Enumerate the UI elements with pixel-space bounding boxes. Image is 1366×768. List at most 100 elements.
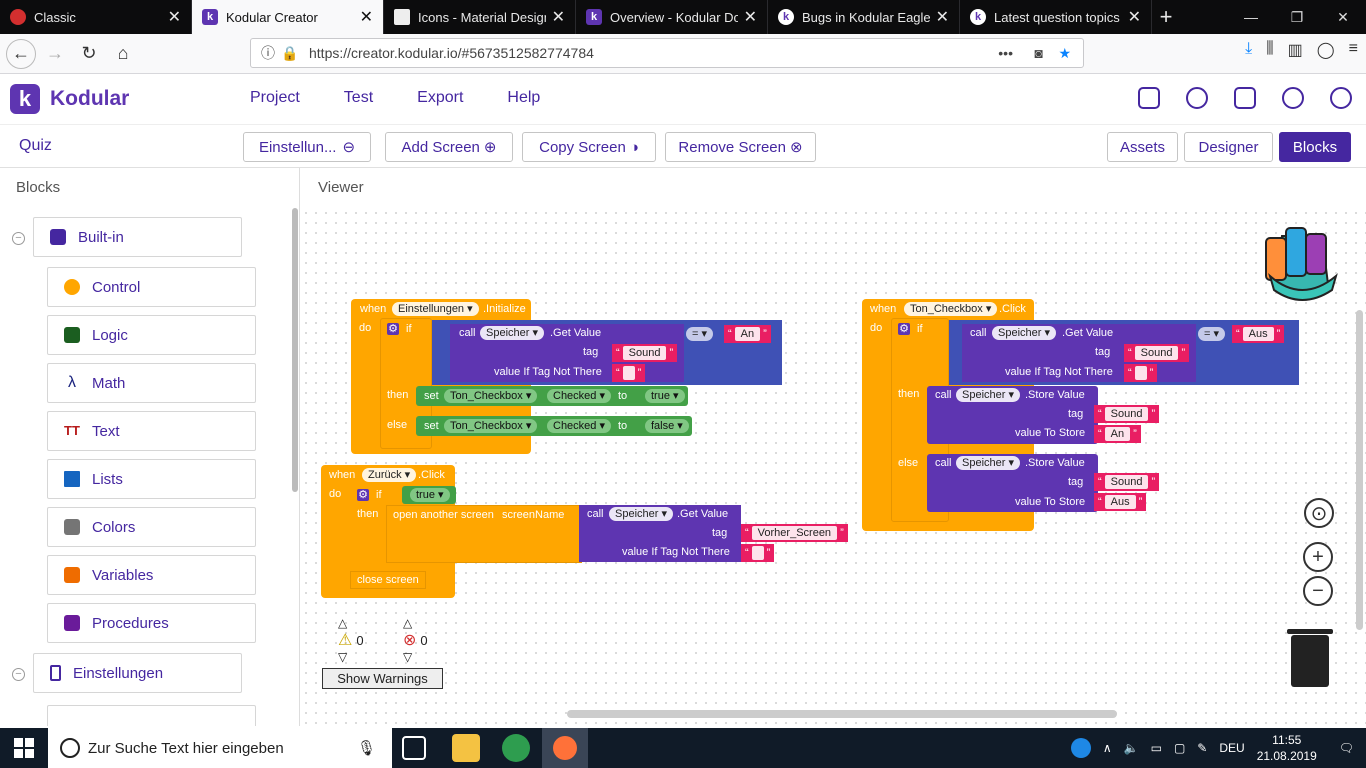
close-icon[interactable]: ✕	[360, 7, 373, 27]
tab-bugs[interactable]: k Bugs in Kodular Eagle - F ✕	[768, 0, 960, 34]
firefox-taskbar-item[interactable]	[542, 728, 588, 768]
pen-icon[interactable]: ✎	[1197, 741, 1207, 755]
file-explorer-icon[interactable]	[452, 734, 480, 762]
text-literal-empty[interactable]: “”	[741, 544, 775, 562]
boolean-dropdown[interactable]: true ▾	[410, 488, 450, 502]
forward-icon[interactable]: →	[40, 39, 70, 69]
clock[interactable]: 11:55 21.08.2019	[1257, 732, 1317, 764]
home-icon[interactable]: ⌂	[108, 39, 138, 69]
workspace-vertical-scrollbar[interactable]	[1356, 310, 1363, 630]
assets-button[interactable]: Assets	[1107, 132, 1178, 162]
notifications-icon[interactable]: 🗨	[1339, 741, 1354, 755]
component-dropdown[interactable]: Zurück ▾	[362, 468, 417, 482]
component-dropdown[interactable]: Ton_Checkbox ▾	[444, 419, 538, 433]
sidebar-item-control[interactable]: Control	[47, 267, 256, 307]
text-value[interactable]: Vorher_Screen	[751, 526, 838, 540]
download-icon[interactable]: ⤓	[1245, 40, 1252, 60]
sidebar-item-procedures[interactable]: Procedures	[47, 603, 256, 643]
workspace-horizontal-scrollbar[interactable]	[567, 710, 1117, 718]
component-dropdown[interactable]: Speicher ▾	[480, 326, 544, 340]
component-dropdown[interactable]: Ton_Checkbox ▾	[444, 389, 538, 403]
blocks-button[interactable]: Blocks	[1279, 132, 1351, 162]
hamburger-menu-icon[interactable]: ≡	[1349, 40, 1358, 60]
property-dropdown[interactable]: Checked ▾	[547, 389, 611, 403]
sidebar-icon[interactable]: ▥	[1288, 40, 1303, 60]
info-icon[interactable]: ⓘ	[261, 43, 275, 63]
menu-project[interactable]: Project	[250, 89, 300, 107]
sidebar-item-lists[interactable]: Lists	[47, 459, 256, 499]
text-value[interactable]: An	[734, 327, 761, 341]
task-view-icon[interactable]	[402, 736, 426, 760]
more-icon[interactable]: •••	[998, 45, 1013, 61]
property-dropdown[interactable]: Checked ▾	[547, 419, 611, 433]
volume-icon[interactable]: 🔈	[1124, 741, 1139, 755]
url-bar[interactable]: ⓘ 🔒 https://creator.kodular.io/#56735125…	[250, 38, 1084, 68]
error-up-icon[interactable]: △	[403, 616, 428, 630]
reload-icon[interactable]: ↻	[74, 39, 104, 69]
text-literal[interactable]: “An”	[1094, 425, 1141, 443]
taskbar-search-box[interactable]: Zur Suche Text hier eingeben 🎙	[48, 728, 392, 768]
sidebar-item-partial[interactable]	[47, 705, 256, 726]
trash-icon[interactable]	[1287, 629, 1333, 687]
menu-test[interactable]: Test	[344, 89, 373, 107]
text-value-empty[interactable]	[622, 366, 635, 380]
menu-help[interactable]: Help	[507, 89, 540, 107]
component-dropdown[interactable]: Einstellungen ▾	[392, 302, 479, 316]
screen-select[interactable]: Einstellun... ⊖	[243, 132, 371, 162]
text-value[interactable]: Sound	[1104, 475, 1149, 489]
chrome-icon[interactable]	[502, 734, 530, 762]
document-icon[interactable]	[1234, 87, 1256, 109]
text-literal[interactable]: “Sound”	[1094, 473, 1160, 491]
tab-kodular-creator[interactable]: k Kodular Creator ✕	[192, 0, 384, 34]
text-literal[interactable]: “Aus”	[1094, 493, 1147, 511]
copy-screen-button[interactable]: Copy Screen ◑	[522, 132, 656, 162]
close-icon[interactable]: ✕	[936, 7, 949, 27]
operator-dropdown[interactable]: = ▾	[686, 327, 714, 341]
network-icon[interactable]: ▢	[1174, 741, 1185, 755]
text-literal[interactable]: “Sound”	[1094, 405, 1160, 423]
add-screen-button[interactable]: Add Screen ⊕	[385, 132, 513, 162]
text-literal[interactable]: “Aus”	[1232, 325, 1285, 343]
collapse-icon[interactable]: −	[12, 668, 25, 681]
text-literal-empty[interactable]: “”	[1124, 364, 1158, 382]
designer-button[interactable]: Designer	[1184, 132, 1273, 162]
folder-star-icon[interactable]	[1138, 87, 1160, 109]
tab-classic[interactable]: Classic ✕	[0, 0, 192, 34]
sidebar-item-logic[interactable]: Logic	[47, 315, 256, 355]
restore-icon[interactable]: ❐	[1274, 0, 1320, 34]
gear-icon[interactable]: ⚙	[357, 489, 369, 501]
chevron-up-icon[interactable]: ∧	[1103, 741, 1112, 755]
text-literal[interactable]: “Sound”	[612, 344, 678, 362]
tab-questions[interactable]: k Latest question topics - K ✕	[960, 0, 1152, 34]
component-dropdown[interactable]: Speicher ▾	[609, 507, 673, 521]
center-icon[interactable]: ⊙	[1304, 498, 1334, 528]
text-value[interactable]: Sound	[622, 346, 667, 360]
remove-screen-button[interactable]: Remove Screen ⊗	[665, 132, 816, 162]
zoom-out-icon[interactable]: −	[1303, 576, 1333, 606]
sidebar-item-builtin[interactable]: Built-in	[33, 217, 242, 257]
pocket-icon[interactable]: ◙	[1035, 45, 1043, 61]
close-icon[interactable]: ✕	[744, 7, 757, 27]
close-icon[interactable]: ✕	[552, 7, 565, 27]
text-literal[interactable]: “Vorher_Screen”	[741, 524, 848, 542]
sidebar-item-text[interactable]: TT Text	[47, 411, 256, 451]
back-icon[interactable]: ←	[6, 38, 36, 69]
component-dropdown[interactable]: Speicher ▾	[956, 388, 1020, 402]
boolean-dropdown[interactable]: false ▾	[645, 419, 689, 433]
minimize-icon[interactable]: —	[1228, 0, 1274, 34]
text-value[interactable]: Sound	[1134, 346, 1179, 360]
sidebar-item-math[interactable]: λ Math	[47, 363, 256, 403]
sidebar-item-variables[interactable]: Variables	[47, 555, 256, 595]
library-icon[interactable]: ⫼	[1266, 40, 1273, 60]
gear-icon[interactable]: ⚙	[387, 323, 399, 335]
gear-icon[interactable]: ⚙	[898, 323, 910, 335]
sidebar-item-einstellungen[interactable]: Einstellungen	[33, 653, 242, 693]
text-literal-empty[interactable]: “”	[612, 364, 646, 382]
component-dropdown[interactable]: Speicher ▾	[956, 456, 1020, 470]
menu-export[interactable]: Export	[417, 89, 463, 107]
collapse-icon[interactable]: −	[12, 232, 25, 245]
zoom-in-icon[interactable]: +	[1303, 542, 1333, 572]
backpack-icon[interactable]	[1262, 224, 1342, 304]
blocks-workspace[interactable]	[301, 208, 1366, 726]
help-icon[interactable]	[1070, 738, 1091, 758]
